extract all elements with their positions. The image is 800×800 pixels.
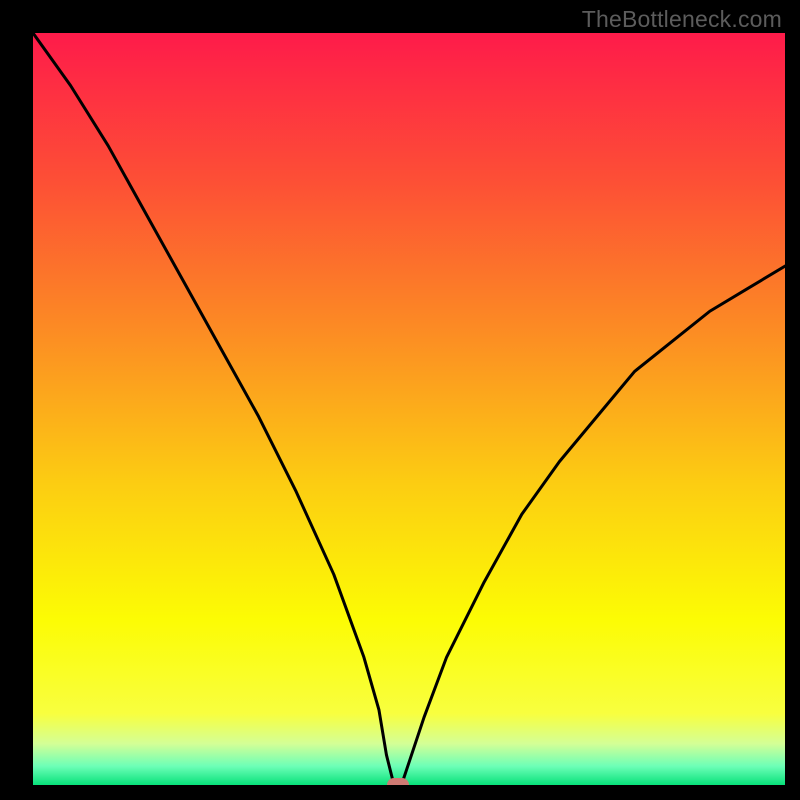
bottleneck-curve (33, 33, 785, 785)
chart-frame: TheBottleneck.com (0, 0, 800, 800)
watermark-text: TheBottleneck.com (582, 6, 782, 33)
plot-area (33, 33, 785, 785)
optimal-marker (387, 778, 409, 785)
